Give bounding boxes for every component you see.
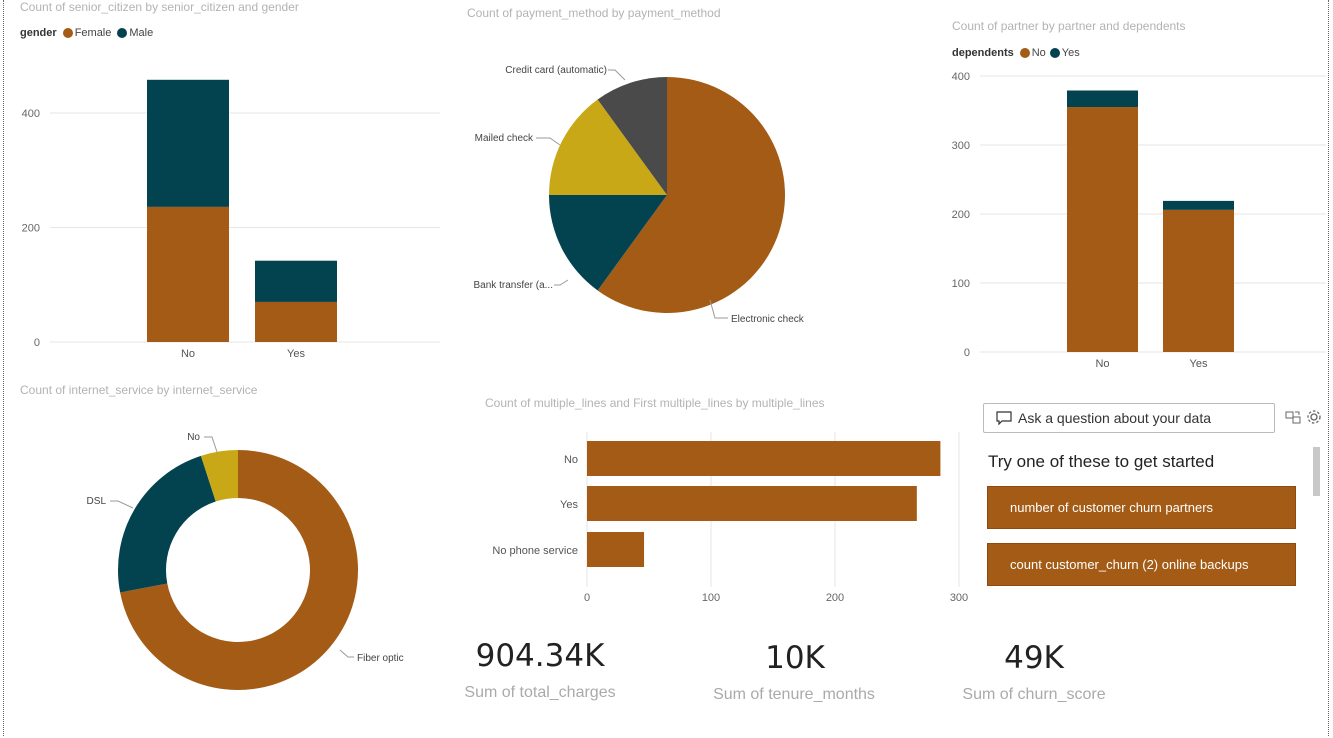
x-tick-label: No (1095, 358, 1109, 370)
bar-female-yes[interactable] (255, 301, 337, 342)
y-tick-label: No phone service (492, 545, 578, 557)
x-tick-label: 100 (702, 592, 720, 604)
bar-no-yes[interactable] (1163, 209, 1234, 352)
x-tick-label: Yes (1190, 358, 1208, 370)
slice-label: Bank transfer (a... (474, 280, 553, 291)
bar-yes[interactable] (587, 486, 917, 521)
kpi-tenure-label: Sum of tenure_months (713, 686, 875, 703)
leader-line (554, 279, 569, 286)
bar-female-no[interactable] (147, 206, 229, 342)
y-tick-label: 300 (952, 140, 970, 152)
y-tick-label: 0 (34, 337, 40, 349)
slice-label: Electronic check (731, 314, 805, 325)
leader-line (204, 436, 218, 453)
slice-label: Fiber optic (357, 653, 404, 664)
y-tick-label: 200 (22, 223, 40, 235)
x-tick-label: 200 (826, 592, 844, 604)
kpi-total-charges-value: 904.34K (475, 638, 605, 674)
kpi-total-charges-label: Sum of total_charges (464, 684, 616, 701)
y-tick-label: 400 (22, 108, 40, 120)
leader-line (110, 500, 134, 509)
x-tick-label: 0 (584, 592, 590, 604)
multiple-lines-bar-chart[interactable]: 0 100 200 300 No Yes No phone service (460, 380, 980, 620)
qa-try-label: Try one of these to get started (988, 452, 1215, 471)
chat-bubble-icon (996, 411, 1012, 425)
payment-method-pie-chart[interactable]: Electronic check Bank transfer (a... Maile… (440, 0, 860, 380)
bar-male-no[interactable] (147, 79, 229, 207)
slice-dsl[interactable] (117, 455, 216, 593)
bar-no-no[interactable] (1067, 107, 1138, 352)
y-tick-label: 200 (952, 209, 970, 221)
x-tick-label: 300 (950, 592, 968, 604)
x-tick-label: Yes (287, 348, 305, 360)
y-tick-label: 400 (952, 71, 970, 83)
y-tick-label: Yes (560, 499, 578, 511)
qa-suggestion-button[interactable]: number of customer churn partners (987, 486, 1296, 529)
kpi-churn-score-value: 49K (1004, 640, 1064, 676)
internet-service-donut-chart[interactable]: Fiber optic DSL No (0, 380, 450, 738)
slice-label: No (187, 432, 200, 443)
slice-label: Credit card (automatic) (505, 65, 607, 76)
bar-male-yes[interactable] (255, 260, 337, 302)
y-tick-label: 100 (952, 278, 970, 290)
gear-icon[interactable] (1306, 409, 1322, 425)
leader-line (339, 649, 354, 658)
bar-yes-yes[interactable] (1163, 200, 1234, 210)
y-tick-label: 0 (964, 347, 970, 359)
kpi-tenure-value: 10K (765, 640, 825, 676)
kpi-churn-score-label: Sum of churn_score (962, 686, 1106, 703)
senior-citizen-chart[interactable]: 0 200 400 No Yes (0, 0, 450, 380)
qa-scrollbar[interactable] (1313, 447, 1320, 496)
y-tick-label: No (564, 454, 578, 466)
x-tick-label: No (181, 348, 195, 360)
bar-yes-no[interactable] (1067, 90, 1138, 108)
slice-label: Mailed check (475, 133, 534, 144)
leader-line (608, 69, 626, 81)
bar-no[interactable] (587, 441, 941, 476)
partner-dependents-chart[interactable]: 0 100 200 300 400 No Yes (930, 0, 1333, 380)
slice-label: DSL (87, 496, 107, 507)
bar-no-phone-service[interactable] (587, 532, 645, 567)
qa-suggestion-button[interactable]: count customer_churn (2) online backups (987, 543, 1296, 586)
qa-placeholder: Ask a question about your data (1018, 410, 1212, 426)
leader-line (536, 137, 561, 146)
convert-visual-icon[interactable] (1285, 409, 1301, 425)
qa-question-input[interactable]: Ask a question about your data (983, 403, 1275, 433)
